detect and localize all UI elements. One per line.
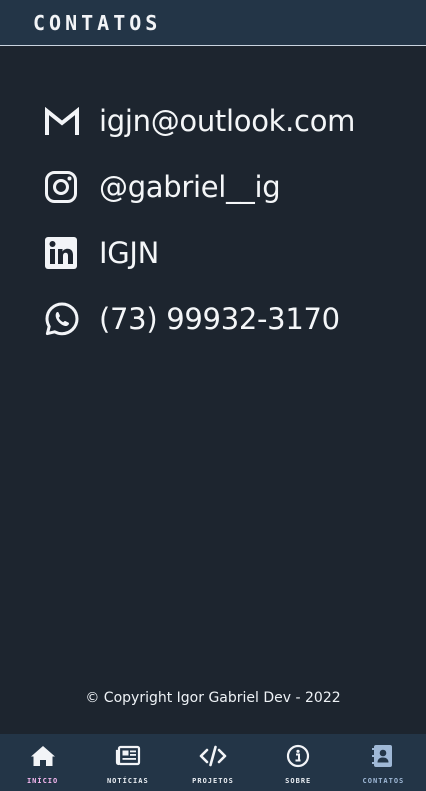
bottom-navigation: INÍCIO NOTÍCIAS PROJETOS SOBRE CONTATOS	[0, 734, 426, 791]
contact-linkedin-text: IGJN	[99, 236, 160, 270]
nav-label-sobre: SOBRE	[285, 777, 312, 785]
home-icon	[30, 744, 56, 768]
nav-label-inicio: INÍCIO	[26, 777, 59, 785]
newspaper-icon	[115, 744, 141, 768]
contact-email-text: igjn@outlook.com	[99, 104, 356, 138]
gmail-icon	[44, 101, 84, 141]
nav-item-contatos[interactable]: CONTATOS	[341, 734, 426, 791]
nav-item-projetos[interactable]: PROJETOS	[170, 734, 255, 791]
whatsapp-icon	[44, 299, 84, 339]
contact-email[interactable]: igjn@outlook.com	[44, 88, 414, 154]
linkedin-icon	[44, 233, 84, 273]
copyright-footer: © Copyright Igor Gabriel Dev - 2022	[85, 690, 341, 706]
contact-linkedin[interactable]: IGJN	[44, 220, 414, 286]
contacts-book-icon	[372, 744, 394, 768]
contact-list: igjn@outlook.com @gabriel__ig IGJN (73) …	[44, 88, 414, 352]
top-header: CONTATOS	[0, 0, 426, 46]
contact-instagram-text: @gabriel__ig	[99, 170, 281, 204]
nav-item-noticias[interactable]: NOTÍCIAS	[85, 734, 170, 791]
instagram-icon	[44, 167, 84, 207]
page-title: CONTATOS	[33, 11, 162, 35]
contact-whatsapp[interactable]: (73) 99932-3170	[44, 286, 414, 352]
contact-instagram[interactable]: @gabriel__ig	[44, 154, 414, 220]
nav-label-contatos: CONTATOS	[362, 777, 405, 785]
contact-whatsapp-text: (73) 99932-3170	[99, 302, 340, 336]
nav-item-inicio[interactable]: INÍCIO	[0, 734, 85, 791]
nav-label-projetos: PROJETOS	[192, 777, 234, 785]
code-icon	[199, 744, 227, 768]
nav-item-sobre[interactable]: SOBRE	[256, 734, 341, 791]
nav-label-noticias: NOTÍCIAS	[106, 777, 149, 785]
info-icon	[286, 744, 310, 768]
